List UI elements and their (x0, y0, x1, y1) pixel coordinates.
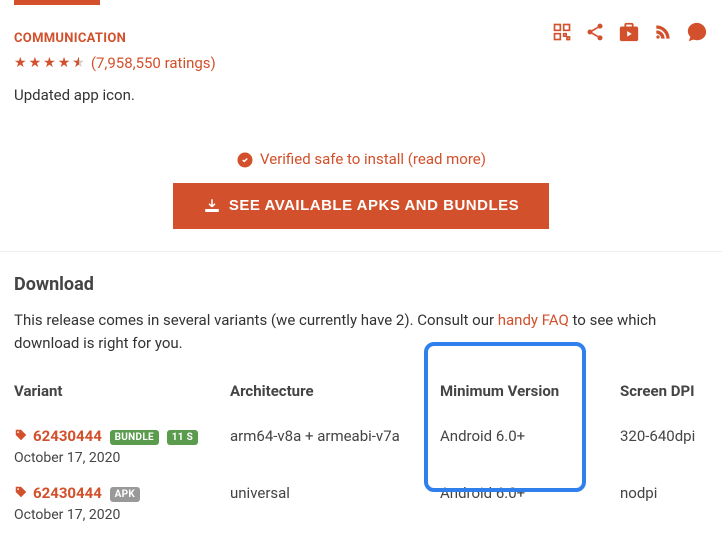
rss-icon[interactable] (653, 22, 673, 46)
download-description: This release comes in several variants (… (14, 309, 708, 354)
disqus-icon[interactable] (686, 21, 708, 47)
rating-row: ★ ★ ★ ★ ★ (7,958,550 ratings) (14, 54, 708, 72)
cell-dpi: 320-640dpi (620, 418, 708, 475)
desc-pre: This release comes in several variants (… (14, 311, 498, 329)
variant-code[interactable]: 62430444 (33, 484, 102, 502)
star-rating: ★ ★ ★ ★ ★ (14, 55, 85, 71)
header-action-icons (552, 21, 708, 47)
see-apks-button[interactable]: SEE AVAILABLE APKS AND BUNDLES (173, 183, 549, 229)
faq-link[interactable]: handy FAQ (498, 311, 569, 329)
check-circle-icon (236, 151, 254, 169)
ratings-count[interactable]: (7,958,550 ratings) (91, 54, 216, 72)
cell-dpi: nodpi (620, 475, 708, 532)
star-icon: ★ (29, 55, 42, 71)
cell-min-version: Android 6.0+ (440, 475, 620, 532)
share-icon[interactable] (585, 22, 605, 46)
star-half-icon: ★ (72, 55, 85, 71)
badge-apk: APK (110, 487, 140, 502)
cell-architecture: arm64-v8a + armeabi-v7a (230, 418, 440, 475)
download-section: Download This release comes in several v… (0, 252, 722, 546)
download-title: Download (14, 274, 708, 295)
star-icon: ★ (43, 55, 56, 71)
variant-date: October 17, 2020 (14, 450, 220, 466)
table-row[interactable]: 62430444 APK October 17, 2020 universal … (14, 475, 708, 532)
qr-icon[interactable] (552, 22, 572, 46)
cell-min-version: Android 6.0+ (440, 418, 620, 475)
col-header-min-version[interactable]: Minimum Version (440, 376, 620, 418)
play-store-icon[interactable] (618, 21, 640, 47)
col-header-architecture[interactable]: Architecture (230, 376, 440, 418)
star-icon: ★ (14, 55, 27, 71)
app-header: COMMUNICATION ★ ★ ★ ★ ★ (7,958,550 ratin… (0, 5, 722, 229)
cta-label: SEE AVAILABLE APKS AND BUNDLES (229, 197, 519, 214)
badge-bundle: BUNDLE (110, 430, 159, 445)
col-header-dpi[interactable]: Screen DPI (620, 376, 708, 418)
verified-safe-line[interactable]: Verified safe to install (read more) (14, 150, 708, 169)
tag-icon (14, 485, 28, 503)
verified-text: Verified safe to install (read more) (260, 150, 486, 168)
variant-date: October 17, 2020 (14, 507, 220, 523)
variant-code[interactable]: 62430444 (33, 427, 102, 445)
star-icon: ★ (58, 55, 71, 71)
col-header-variant[interactable]: Variant (14, 376, 230, 418)
download-icon (203, 197, 221, 215)
tag-icon (14, 428, 28, 446)
cell-architecture: universal (230, 475, 440, 532)
variants-table: Variant Architecture Minimum Version Scr… (14, 376, 708, 532)
table-row[interactable]: 62430444 BUNDLE 11 S October 17, 2020 ar… (14, 418, 708, 475)
update-note: Updated app icon. (14, 86, 708, 104)
badge-11s: 11 S (167, 430, 198, 445)
